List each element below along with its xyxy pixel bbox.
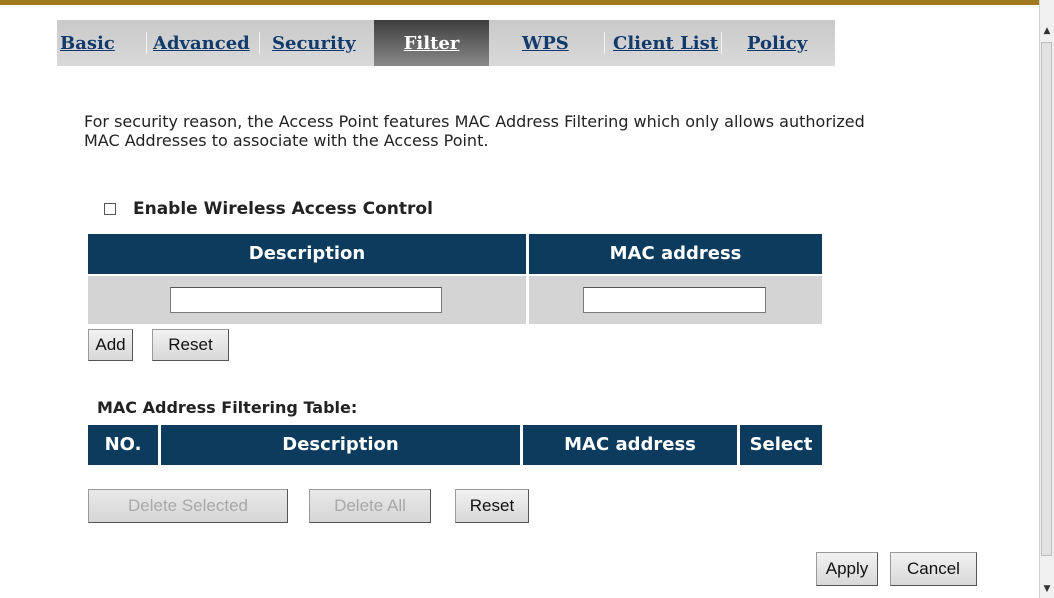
tab-wps[interactable]: WPS (522, 20, 569, 66)
tab-separator (146, 32, 147, 54)
filtering-table-title: MAC Address Filtering Table: (97, 398, 358, 417)
filter-header-no: NO. (88, 425, 158, 465)
tab-separator (604, 32, 605, 54)
enable-access-control-checkbox[interactable] (104, 203, 116, 215)
vertical-scrollbar[interactable]: ▲ ▼ (1039, 0, 1054, 598)
tab-client-list[interactable]: Client List (613, 20, 718, 66)
mac-address-input[interactable] (583, 287, 766, 313)
tab-basic[interactable]: Basic (60, 20, 115, 66)
scrollbar-thumb[interactable] (1041, 42, 1052, 556)
tab-policy[interactable]: Policy (747, 20, 807, 66)
filter-header-description: Description (161, 425, 520, 465)
scroll-down-icon[interactable]: ▼ (1040, 580, 1054, 598)
add-button[interactable]: Add (88, 329, 133, 361)
top-accent-line (0, 0, 1040, 5)
tab-advanced[interactable]: Advanced (153, 20, 250, 66)
delete-all-button[interactable]: Delete All (309, 489, 431, 523)
reset-table-button[interactable]: Reset (455, 489, 529, 523)
tab-bar: Basic Advanced Security Filter WPS Clien… (57, 20, 835, 66)
apply-button[interactable]: Apply (816, 552, 878, 586)
filter-header-mac: MAC address (523, 425, 737, 465)
tab-filter[interactable]: Filter (374, 20, 489, 66)
cancel-button[interactable]: Cancel (890, 552, 977, 586)
delete-selected-button[interactable]: Delete Selected (88, 489, 288, 523)
description-input[interactable] (170, 287, 442, 313)
enable-wireless-access-control: Enable Wireless Access Control (104, 197, 433, 221)
tab-separator (721, 32, 722, 54)
entry-header-description: Description (88, 234, 526, 274)
enable-access-control-label: Enable Wireless Access Control (133, 199, 433, 219)
filter-header-select: Select (740, 425, 822, 465)
scroll-up-icon[interactable]: ▲ (1040, 22, 1054, 40)
tab-security[interactable]: Security (272, 20, 356, 66)
tab-separator (259, 32, 260, 54)
intro-text: For security reason, the Access Point fe… (84, 112, 865, 150)
entry-header-mac: MAC address (529, 234, 822, 274)
reset-entry-button[interactable]: Reset (152, 329, 229, 361)
